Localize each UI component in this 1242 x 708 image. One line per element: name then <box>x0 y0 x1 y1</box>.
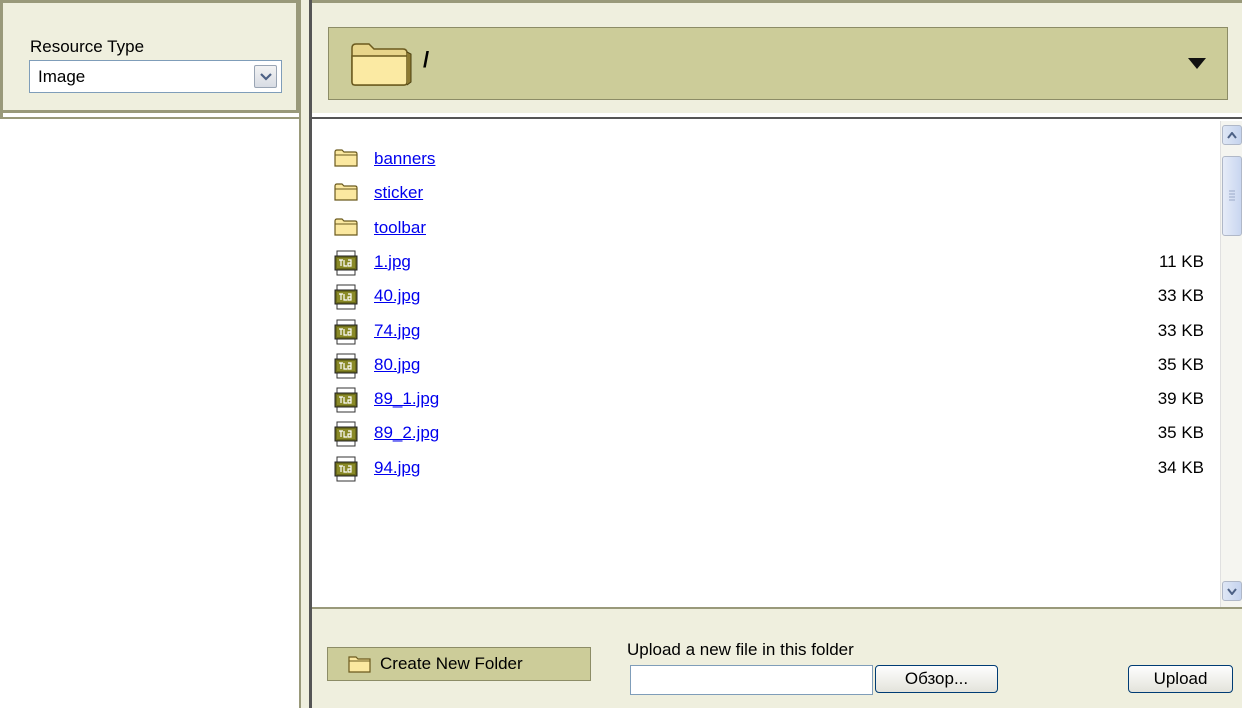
upload-file-input[interactable] <box>630 665 873 695</box>
browse-button[interactable]: Обзор... <box>875 665 998 693</box>
file-row: 40.jpg 33 KB <box>334 284 1204 312</box>
file-row: 80.jpg 35 KB <box>334 353 1204 381</box>
folder-icon[interactable] <box>334 181 358 208</box>
frame-divider[interactable] <box>299 0 312 708</box>
folder-icon[interactable] <box>334 147 358 174</box>
file-row: 1.jpg 11 KB <box>334 250 1204 278</box>
jpg-file-icon[interactable] <box>334 319 358 350</box>
jpg-file-icon[interactable] <box>334 284 358 315</box>
folder-open-icon <box>349 38 413 93</box>
file-link[interactable]: 89_1.jpg <box>374 389 439 409</box>
folder-icon[interactable] <box>334 216 358 243</box>
file-row: 89_1.jpg 39 KB <box>334 387 1204 415</box>
file-link[interactable]: 40.jpg <box>374 286 420 306</box>
jpg-file-icon[interactable] <box>334 456 358 487</box>
upload-label: Upload a new file in this folder <box>627 640 854 659</box>
jpg-file-icon[interactable] <box>334 353 358 384</box>
resource-type-panel: Resource Type Image <box>0 0 299 113</box>
path-panel: / <box>312 0 1242 113</box>
file-size: 35 KB <box>1157 354 1204 374</box>
folder-row: sticker <box>334 181 1204 209</box>
folder-tree-panel <box>0 117 304 708</box>
file-row: 74.jpg 33 KB <box>334 319 1204 347</box>
vertical-scrollbar[interactable] <box>1220 121 1242 607</box>
file-size: 33 KB <box>1157 286 1204 306</box>
file-link[interactable]: 89_2.jpg <box>374 423 439 443</box>
folder-row: banners <box>334 147 1204 175</box>
file-row: 94.jpg 34 KB <box>334 456 1204 484</box>
jpg-file-icon[interactable] <box>334 421 358 452</box>
create-new-folder-label: Create New Folder <box>380 654 523 673</box>
create-new-folder-button[interactable]: Create New Folder <box>327 647 591 681</box>
file-size: 39 KB <box>1157 389 1204 409</box>
upload-button[interactable]: Upload <box>1128 665 1233 693</box>
file-link[interactable]: 74.jpg <box>374 321 420 341</box>
resource-type-select[interactable]: Image <box>29 60 282 93</box>
folder-row: toolbar <box>334 216 1204 244</box>
file-size: 11 KB <box>1158 251 1204 271</box>
folder-link[interactable]: sticker <box>374 183 423 203</box>
file-size: 33 KB <box>1157 320 1204 340</box>
file-link[interactable]: 94.jpg <box>374 458 420 478</box>
file-link[interactable]: 80.jpg <box>374 355 420 375</box>
scroll-up-button[interactable] <box>1222 125 1242 145</box>
folder-link[interactable]: toolbar <box>374 218 426 238</box>
jpg-file-icon[interactable] <box>334 250 358 281</box>
path-bar[interactable]: / <box>328 27 1228 100</box>
jpg-file-icon[interactable] <box>334 387 358 418</box>
file-list: banners sticker toolbar 1.jpg 11 KB 40.jpg 33 … <box>312 117 1242 607</box>
file-link[interactable]: 1.jpg <box>374 252 411 272</box>
file-row: 89_2.jpg 35 KB <box>334 421 1204 449</box>
folder-link[interactable]: banners <box>374 149 435 169</box>
file-size: 35 KB <box>1157 423 1204 443</box>
scroll-down-button[interactable] <box>1222 581 1242 601</box>
resource-type-label: Resource Type <box>30 37 145 56</box>
dropdown-arrow-icon[interactable] <box>1188 57 1206 75</box>
current-path: / <box>423 47 430 72</box>
folder-icon <box>348 654 372 679</box>
file-size: 34 KB <box>1157 457 1204 477</box>
scroll-thumb[interactable] <box>1222 156 1242 236</box>
chevron-down-icon[interactable] <box>254 65 277 88</box>
upload-panel: Create New Folder Upload a new file in t… <box>312 607 1242 708</box>
resource-type-value: Image <box>38 67 86 86</box>
